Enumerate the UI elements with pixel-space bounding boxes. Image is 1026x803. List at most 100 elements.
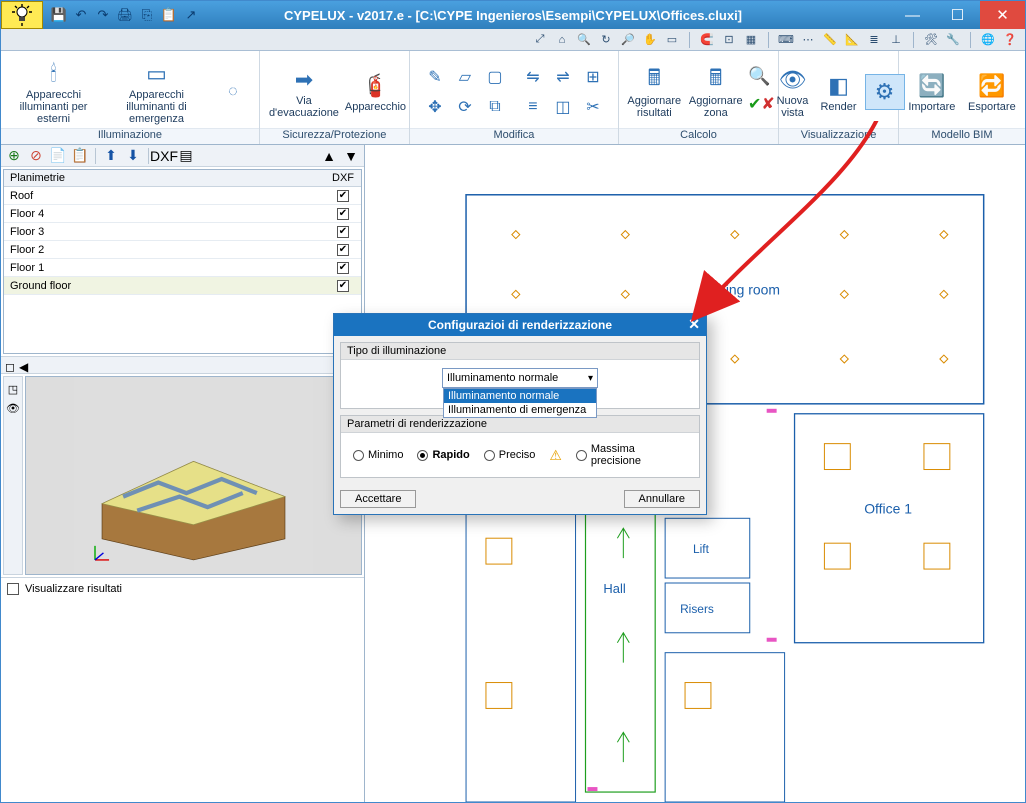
tools-icon[interactable]: 🛠 [922,31,940,49]
ruler2-icon[interactable]: 📐 [843,31,861,49]
plan-row[interactable]: Floor 4✔ [4,205,361,223]
radio-minimo[interactable]: Minimo [353,449,403,461]
dxf-checkbox[interactable]: ✔ [337,262,349,274]
plan-row[interactable]: Roof✔ [4,187,361,205]
copy-icon[interactable]: ⎘ [139,7,155,23]
help-icon[interactable]: ❓ [1001,31,1019,49]
grid-icon[interactable]: ▦ [742,31,760,49]
cancel-button[interactable]: Annullare [624,490,700,508]
zoom-icon[interactable]: 🔍 [575,31,593,49]
collapse-icon[interactable]: ▼ [342,147,360,165]
del-plan-icon[interactable]: ⊘ [27,147,45,165]
zoom-home-icon[interactable]: ⌂ [553,31,571,49]
view-eye-icon[interactable]: 👁 [6,402,20,415]
dialog-close-icon[interactable]: ✕ [688,316,700,333]
ortho-icon[interactable]: ⊥ [887,31,905,49]
plan-row[interactable]: Ground floor✔ [4,277,361,295]
import-button[interactable]: 🔄Importare [905,69,959,115]
sep [913,32,914,48]
update-results-button[interactable]: 🖩Aggiornare risultati [625,63,684,121]
dxf-checkbox[interactable]: ✔ [337,244,349,256]
save-icon[interactable]: 💾 [51,7,67,23]
paste-plan-icon[interactable]: 📋 [71,147,89,165]
globe-icon[interactable]: 🌐 [979,31,997,49]
print-icon[interactable]: 🖨 [117,7,133,23]
magnifier-icon[interactable]: 🔍 [748,66,772,90]
trim-icon[interactable]: ✂ [581,95,605,119]
view-window-icon[interactable]: ▭ [663,31,681,49]
offset-icon[interactable]: ◫ [551,95,575,119]
copy-icon[interactable]: ⧉ [483,95,507,119]
pencil-icon[interactable]: ✎ [423,65,447,89]
outdoor-light-button[interactable]: 🕯Apparecchi illuminanti per esterni [7,57,100,127]
wrench-icon[interactable]: 🔧 [944,31,962,49]
check-x-icon[interactable]: ✔✘ [748,94,772,118]
keyboard-icon[interactable]: ⌨ [777,31,795,49]
layers-icon[interactable]: ▤ [177,147,195,165]
render-config-dialog: Configurazioi di renderizzazione ✕ Tipo … [333,313,707,515]
plan-row[interactable]: Floor 2✔ [4,241,361,259]
update-zone-button[interactable]: 🖩Aggiornare zona [690,63,742,121]
dxf-checkbox[interactable]: ✔ [337,226,349,238]
dots-icon[interactable]: ⋯ [799,31,817,49]
close-button[interactable]: ✕ [980,1,1025,29]
light-type-combo[interactable]: Illuminamento normale ▾ Illuminamento no… [442,368,598,388]
move-icon[interactable]: ✥ [423,95,447,119]
left-panel: ⊕ ⊘ 📄 📋 ⬆ ⬇ DXF ▤ ▲ ▼ Planimetrie DXF Ro… [1,145,365,802]
ok-button[interactable]: Accettare [340,490,416,508]
filter-icon[interactable]: ≣ [865,31,883,49]
box-icon[interactable]: ▢ [483,65,507,89]
plan-row[interactable]: Floor 1✔ [4,259,361,277]
tree-header-dxf: DXF [325,170,361,186]
vt-cube-icon[interactable]: ◻ [5,359,15,375]
extinguisher-icon: 🧯 [358,71,392,101]
evacuation-button[interactable]: ➡Via d'evacuazione [266,63,342,121]
plan-row[interactable]: Floor 3✔ [4,223,361,241]
dxf-import-icon[interactable]: DXF [155,147,173,165]
group-icon[interactable]: ⊞ [581,65,605,89]
zoom-out-icon[interactable]: 🔎 [619,31,637,49]
results-checkbox[interactable] [7,583,19,595]
dxf-checkbox[interactable]: ✔ [337,208,349,220]
mirror-icon[interactable]: ⇌ [551,65,575,89]
dialog-title-bar[interactable]: Configurazioi di renderizzazione ✕ [334,314,706,336]
maximize-button[interactable]: ☐ [935,1,980,29]
move-down-icon[interactable]: ⬇ [124,147,142,165]
dxf-checkbox[interactable]: ✔ [337,280,349,292]
dashed-shape-button[interactable]: ◌ [213,79,253,105]
align-icon[interactable]: ≡ [521,95,545,119]
move-up-icon[interactable]: ⬆ [102,147,120,165]
export-button[interactable]: 🔁Esportare [965,69,1019,115]
render-button[interactable]: ◧Render [819,69,859,115]
refresh-icon[interactable]: ↻ [597,31,615,49]
radio-preciso[interactable]: Preciso [484,449,536,461]
minimize-button[interactable]: — [890,1,935,29]
radio-rapido[interactable]: Rapido [417,449,469,461]
new-view-button[interactable]: 👁Nuova vista [773,63,813,121]
pan-icon[interactable]: ✋ [641,31,659,49]
magnet-icon[interactable]: 🧲 [698,31,716,49]
rotate-icon[interactable]: ⟳ [453,95,477,119]
eraser-icon[interactable]: ▱ [453,65,477,89]
combo-option[interactable]: Illuminamento normale [444,389,596,403]
export-icon[interactable]: ↗ [183,7,199,23]
3d-viewer[interactable] [25,376,362,575]
snap-icon[interactable]: ⊡ [720,31,738,49]
dxf-checkbox[interactable]: ✔ [337,190,349,202]
copy-plan-icon[interactable]: 📄 [49,147,67,165]
emergency-light-button[interactable]: ▭Apparecchi illuminanti di emergenza [106,57,207,127]
vt-left-icon[interactable]: ◀ [19,359,28,375]
new-plan-icon[interactable]: ⊕ [5,147,23,165]
extinguisher-button[interactable]: 🧯Apparecchio [348,69,403,115]
flip-h-icon[interactable]: ⇋ [521,65,545,89]
radio-max[interactable]: Massima precisione [576,443,687,467]
combo-option[interactable]: Illuminamento di emergenza [444,403,596,417]
paste-icon[interactable]: 📋 [161,7,177,23]
ruler-icon[interactable]: 📏 [821,31,839,49]
undo-icon[interactable]: ↶ [73,7,89,23]
view-cube-icon[interactable]: ◳ [8,383,18,396]
redo-icon[interactable]: ↷ [95,7,111,23]
expand-icon[interactable]: ▲ [320,147,338,165]
room-label: Dining room [705,281,780,297]
zoom-extents-icon[interactable]: ⤢ [531,31,549,49]
